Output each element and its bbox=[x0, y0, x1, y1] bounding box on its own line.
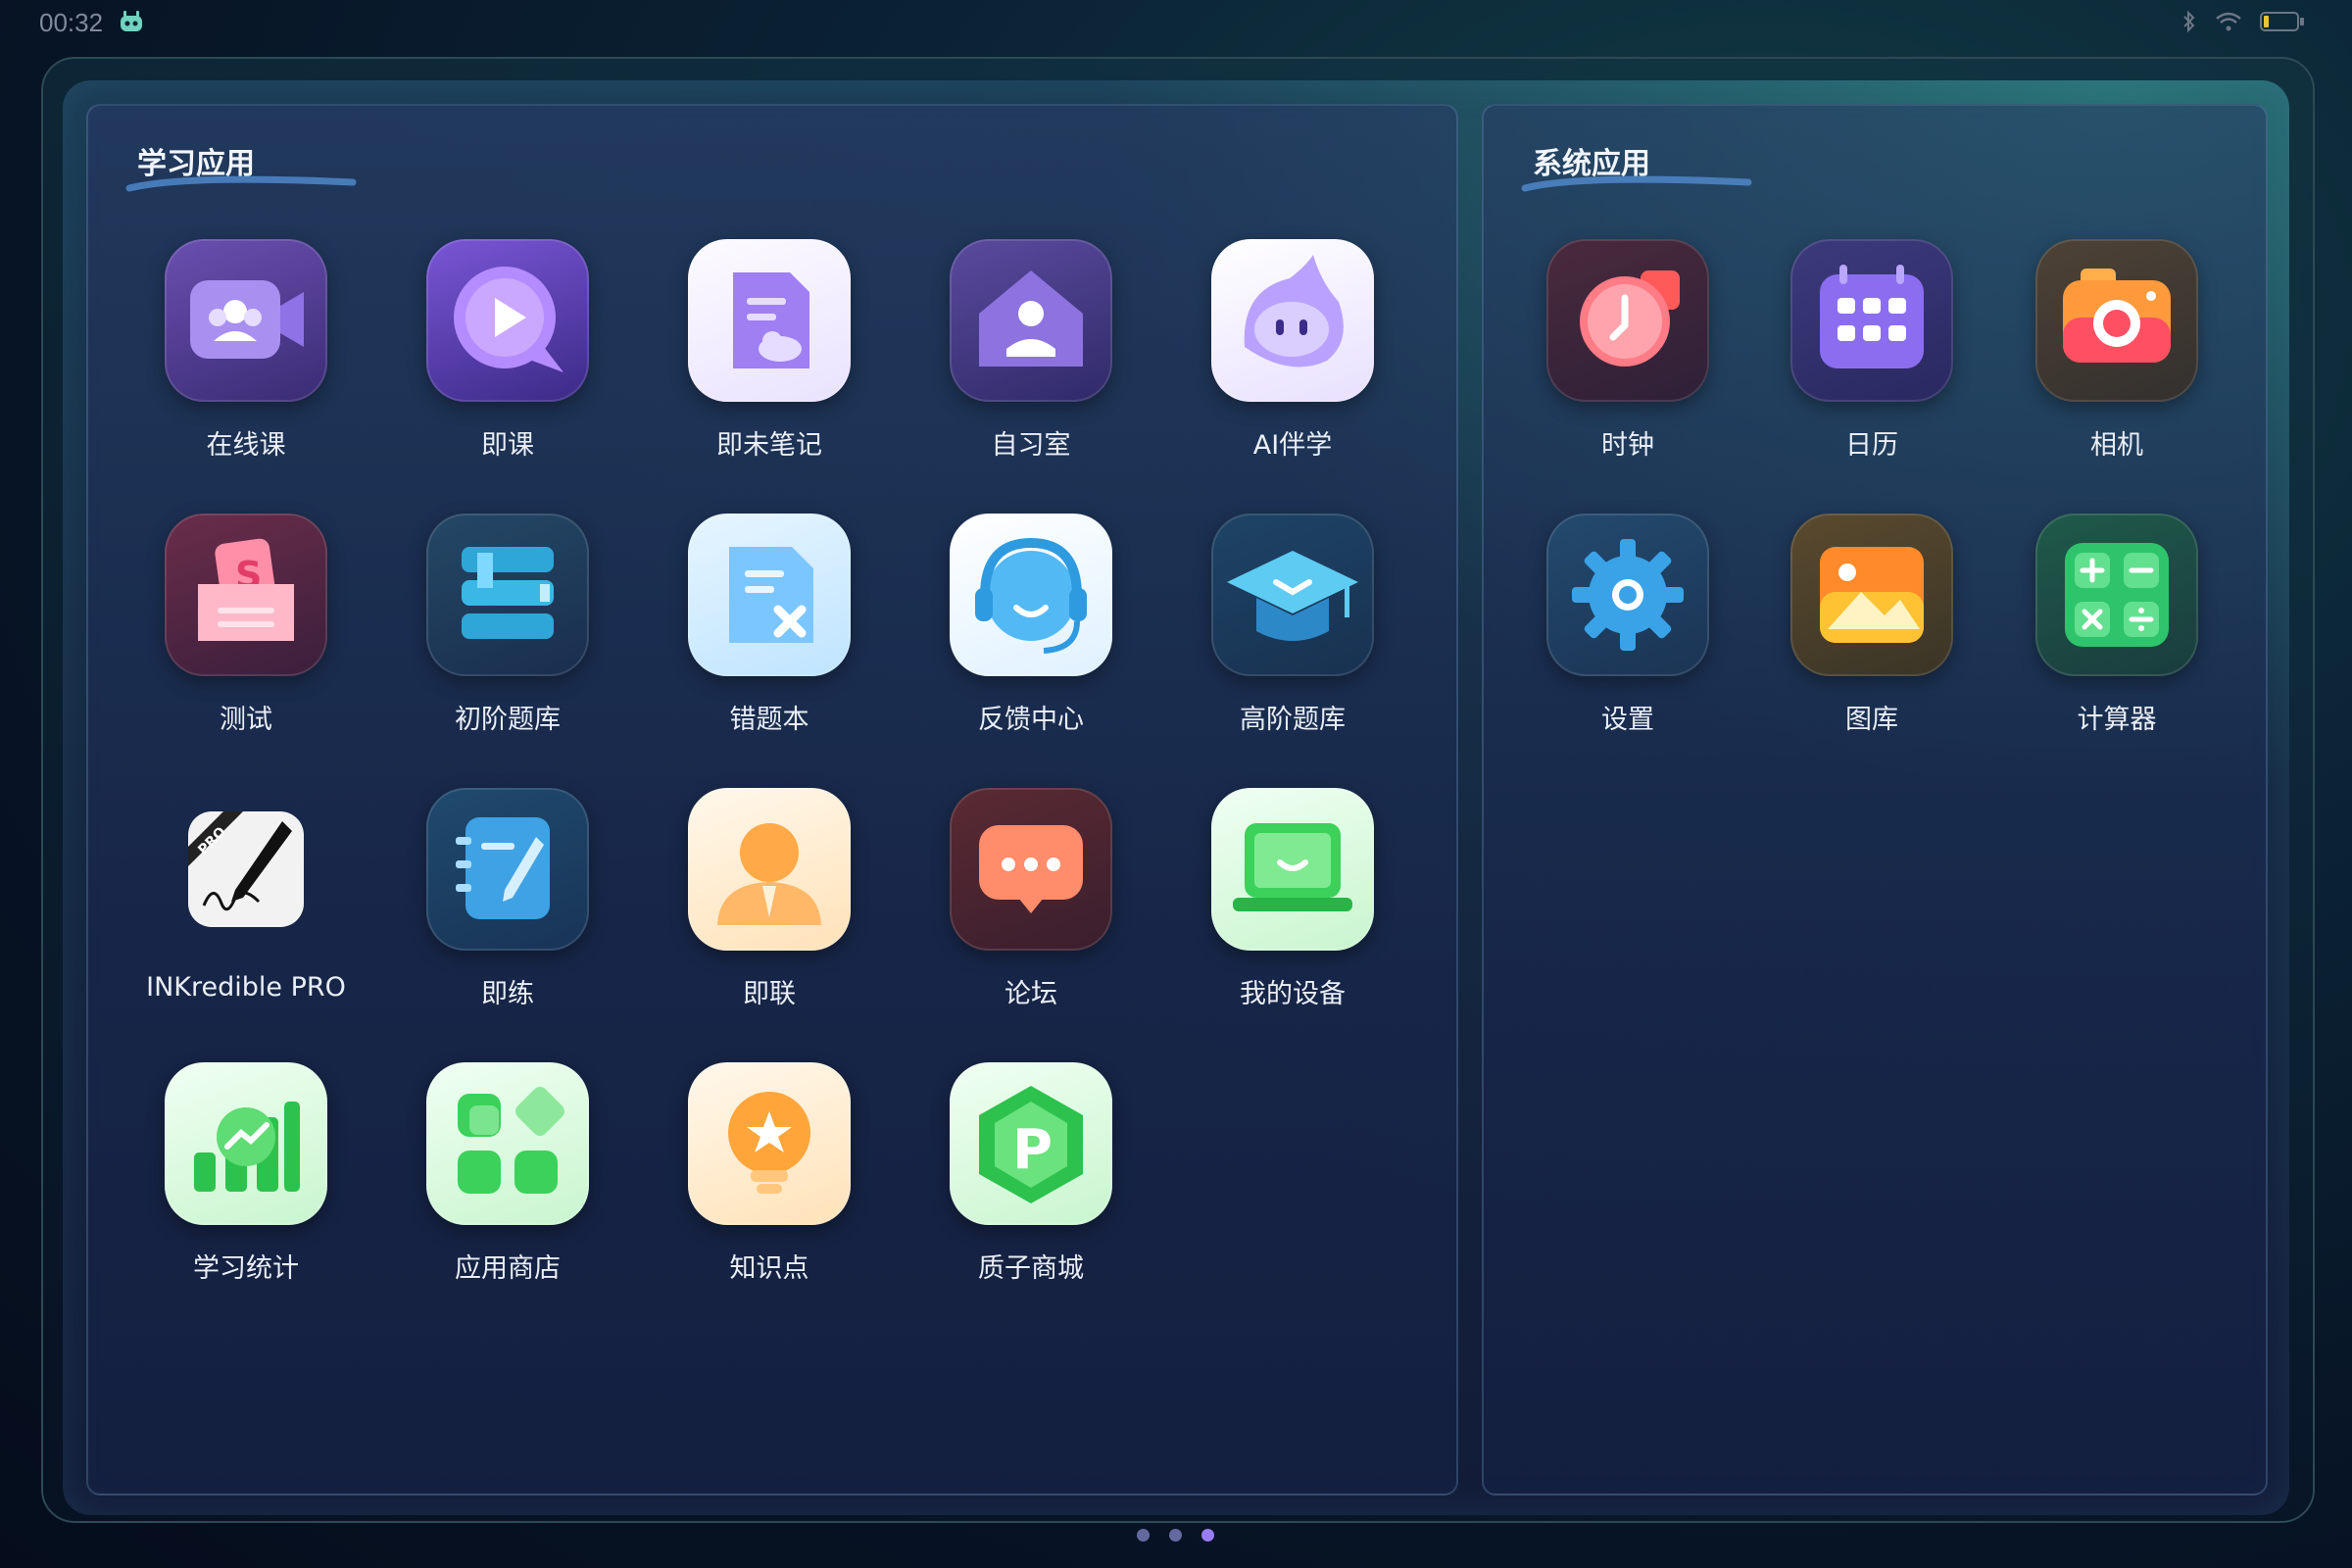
app-label: 自习室 bbox=[991, 430, 1071, 461]
chat-bubble-icon bbox=[950, 788, 1112, 951]
battery-icon bbox=[2260, 12, 2304, 31]
app-label: 日历 bbox=[1845, 430, 1898, 461]
laptop-smile-icon bbox=[1211, 788, 1374, 951]
headset-icon bbox=[950, 514, 1112, 676]
status-time: 00:32 bbox=[39, 8, 104, 37]
app-label: 我的设备 bbox=[1240, 979, 1346, 1009]
play-bubble-icon bbox=[426, 239, 589, 402]
wrong-notebook-icon bbox=[688, 514, 851, 676]
app-wrong-answers[interactable]: 错题本 bbox=[652, 514, 887, 749]
chart-trend-icon bbox=[165, 1062, 327, 1225]
app-label: 即课 bbox=[481, 430, 534, 461]
app-label: 知识点 bbox=[729, 1253, 809, 1284]
app-study-statistics[interactable]: 学习统计 bbox=[128, 1062, 364, 1298]
app-grid-icon bbox=[426, 1062, 589, 1225]
app-app-store[interactable]: 应用商店 bbox=[390, 1062, 625, 1298]
app-label: INKredible PRO bbox=[146, 972, 346, 1003]
app-calculator[interactable]: 计算器 bbox=[1999, 514, 2234, 749]
app-camera[interactable]: 相机 bbox=[1999, 239, 2234, 474]
gallery-icon bbox=[1790, 514, 1953, 676]
app-jilian-connect[interactable]: 即联 bbox=[652, 788, 887, 1023]
app-feedback[interactable]: 反馈中心 bbox=[913, 514, 1149, 749]
hexagon-p-icon: P bbox=[950, 1062, 1112, 1225]
app-ai-companion[interactable]: AI伴学 bbox=[1175, 239, 1410, 474]
ai-mascot-icon bbox=[1211, 239, 1374, 402]
video-group-icon bbox=[165, 239, 327, 402]
clock-icon bbox=[1546, 239, 1709, 402]
app-study-room[interactable]: 自习室 bbox=[913, 239, 1149, 474]
app-test[interactable]: S 测试 bbox=[128, 514, 364, 749]
robot-icon bbox=[121, 11, 142, 31]
page-dot-3[interactable] bbox=[1201, 1529, 1214, 1542]
app-online-class[interactable]: 在线课 bbox=[128, 239, 364, 474]
title-underline bbox=[1521, 175, 1752, 192]
page-dot-2[interactable] bbox=[1169, 1529, 1182, 1542]
pen-signature-icon: PRO bbox=[165, 788, 327, 951]
app-label: 即未笔记 bbox=[716, 430, 822, 461]
bluetooth-icon bbox=[2183, 10, 2195, 33]
app-inkredible-pro[interactable]: PRO INKredible PRO bbox=[128, 788, 364, 1023]
app-label: 反馈中心 bbox=[978, 705, 1084, 735]
camera-icon bbox=[2035, 239, 2198, 402]
app-gallery[interactable]: 图库 bbox=[1754, 514, 1989, 749]
app-label: 高阶题库 bbox=[1240, 705, 1346, 735]
gear-icon bbox=[1546, 514, 1709, 676]
notebook-pen-icon bbox=[426, 788, 589, 951]
app-basic-question-bank[interactable]: 初阶题库 bbox=[390, 514, 625, 749]
app-label: 学习统计 bbox=[193, 1253, 299, 1284]
app-label: 论坛 bbox=[1004, 979, 1057, 1009]
app-label: 计算器 bbox=[2077, 705, 2157, 735]
house-study-icon bbox=[950, 239, 1112, 402]
test-envelope-icon: S bbox=[165, 514, 327, 676]
app-label: AI伴学 bbox=[1252, 430, 1333, 461]
app-jike[interactable]: 即课 bbox=[390, 239, 625, 474]
app-label: 测试 bbox=[220, 705, 272, 735]
app-settings[interactable]: 设置 bbox=[1510, 514, 1745, 749]
graduation-cap-icon bbox=[1211, 514, 1374, 676]
app-label: 即练 bbox=[481, 979, 534, 1009]
app-label: 图库 bbox=[1845, 705, 1898, 735]
app-proton-mall[interactable]: P 质子商城 bbox=[913, 1062, 1149, 1298]
app-label: 相机 bbox=[2090, 430, 2143, 461]
calendar-icon bbox=[1790, 239, 1953, 402]
calculator-icon bbox=[2035, 514, 2198, 676]
app-label: 设置 bbox=[1601, 705, 1654, 735]
app-label: 在线课 bbox=[206, 430, 286, 461]
app-my-devices[interactable]: 我的设备 bbox=[1175, 788, 1410, 1023]
lightbulb-star-icon bbox=[688, 1062, 851, 1225]
app-label: 时钟 bbox=[1601, 430, 1654, 461]
app-knowledge-points[interactable]: 知识点 bbox=[652, 1062, 887, 1298]
wifi-icon bbox=[2216, 12, 2241, 31]
app-forum[interactable]: 论坛 bbox=[913, 788, 1149, 1023]
status-bar: 00:32 bbox=[0, 0, 2352, 47]
page-dot-1[interactable] bbox=[1137, 1529, 1150, 1542]
app-label: 应用商店 bbox=[455, 1253, 561, 1284]
title-underline bbox=[125, 175, 357, 192]
person-bust-icon bbox=[688, 788, 851, 951]
books-stack-icon bbox=[426, 514, 589, 676]
status-indicators bbox=[2181, 10, 2305, 33]
app-clock[interactable]: 时钟 bbox=[1510, 239, 1745, 474]
app-calendar[interactable]: 日历 bbox=[1754, 239, 1989, 474]
app-jilian-practice[interactable]: 即练 bbox=[390, 788, 625, 1023]
app-label: 错题本 bbox=[729, 705, 809, 735]
svg-text:P: P bbox=[1012, 1118, 1053, 1182]
app-label: 即联 bbox=[743, 979, 796, 1009]
app-label: 初阶题库 bbox=[455, 705, 561, 735]
app-advanced-question-bank[interactable]: 高阶题库 bbox=[1175, 514, 1410, 749]
note-cloud-icon bbox=[688, 239, 851, 402]
app-notes[interactable]: 即未笔记 bbox=[652, 239, 887, 474]
page-indicator[interactable] bbox=[1137, 1529, 1214, 1542]
app-label: 质子商城 bbox=[978, 1253, 1084, 1284]
